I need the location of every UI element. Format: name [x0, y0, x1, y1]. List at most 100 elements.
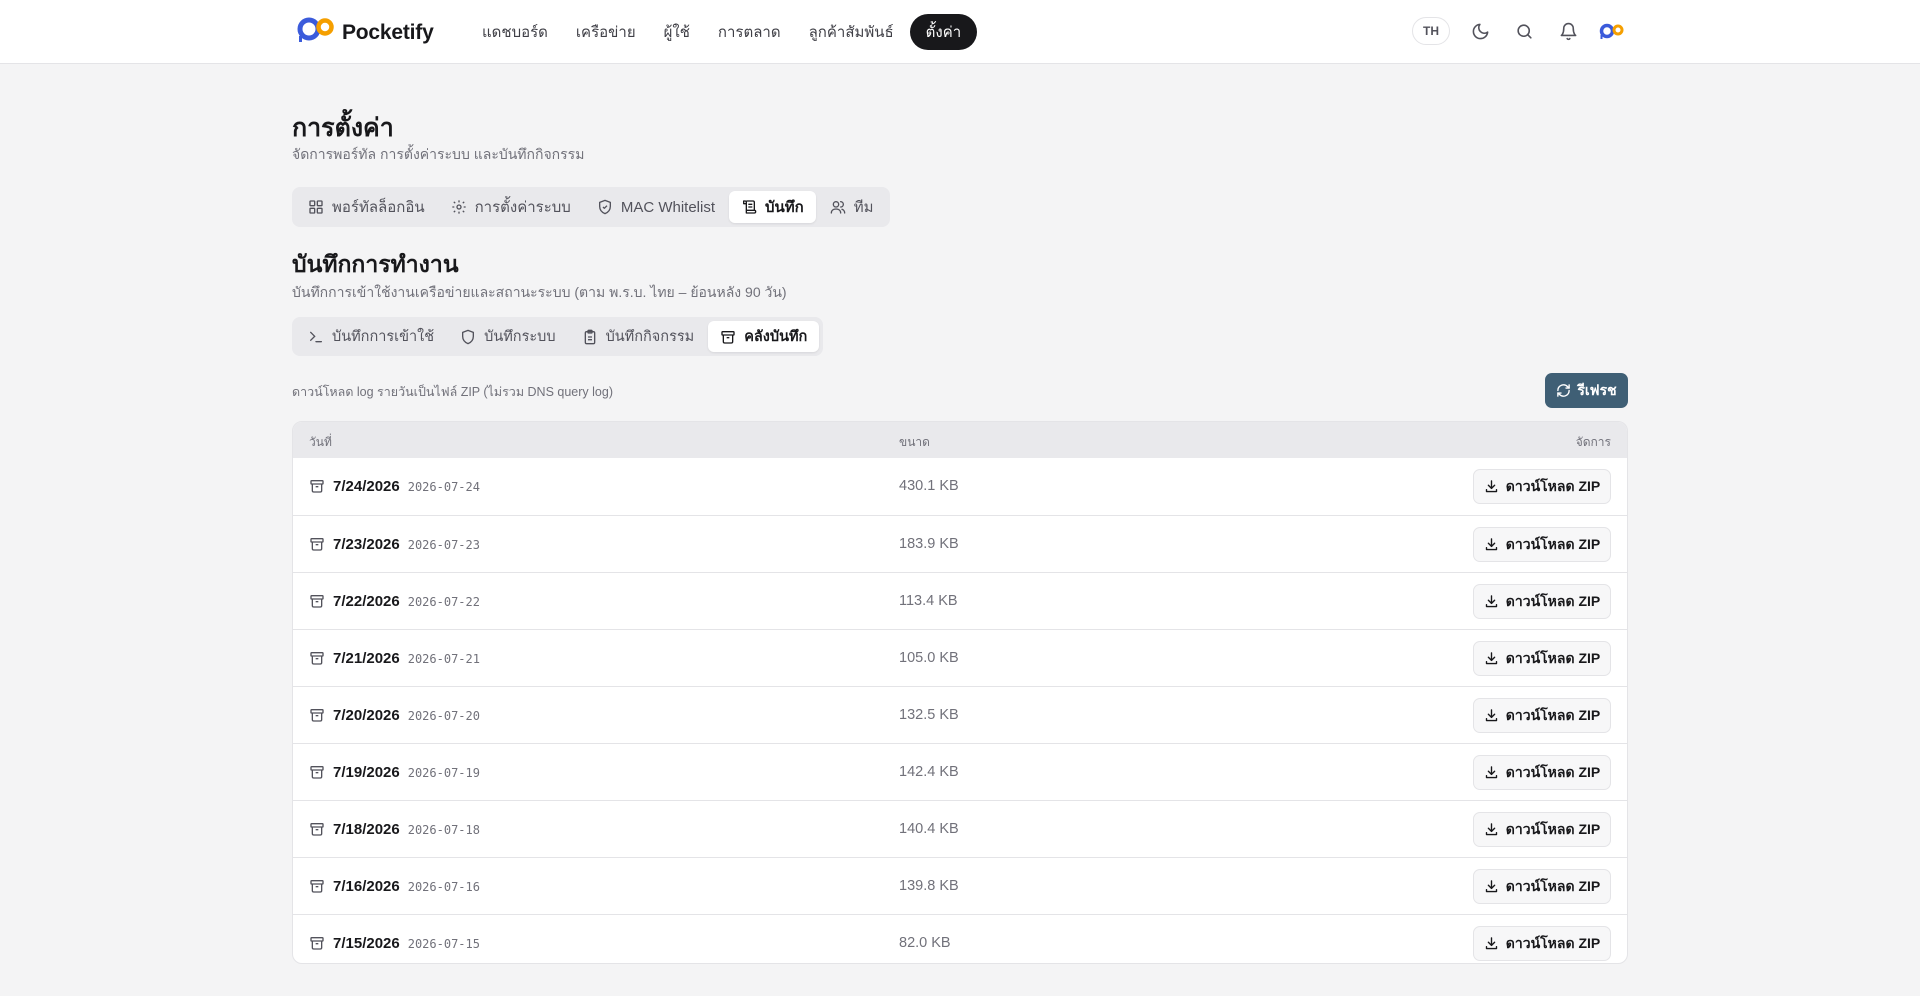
- nav-actions: TH: [1412, 17, 1626, 45]
- nav-item-marketing[interactable]: การตลาด: [706, 14, 793, 50]
- refresh-button[interactable]: รีเฟรช: [1545, 373, 1628, 408]
- refresh-label: รีเฟรช: [1577, 381, 1617, 398]
- archive-icon: [310, 709, 324, 722]
- date-cell: 7/18/2026 2026-07-18: [309, 801, 480, 857]
- subtab-system-logs[interactable]: บันทึกระบบ: [448, 321, 567, 352]
- download-zip-button[interactable]: ดาวน์โหลด ZIP: [1473, 469, 1611, 504]
- archive-table: วันที่ ขนาด จัดการ 7/24/2026 2026-07-24 …: [292, 421, 1628, 964]
- grid-icon: [309, 200, 323, 214]
- brand-name: Pocketify: [342, 20, 434, 44]
- table-row: 7/20/2026 2026-07-20 132.5 KB ดาวน์โหลด …: [293, 686, 1627, 743]
- gear-icon: [451, 200, 466, 214]
- row-size: 105.0 KB: [899, 650, 959, 666]
- download-icon: [1485, 652, 1497, 665]
- download-label: ดาวน์โหลด ZIP: [1505, 877, 1601, 894]
- subtab-label: คลังบันทึก: [744, 329, 808, 345]
- row-iso-date: 2026-07-18: [407, 823, 480, 837]
- language-switch[interactable]: TH: [1412, 17, 1450, 45]
- row-date: 7/16/2026: [333, 877, 400, 895]
- download-zip-button[interactable]: ดาวน์โหลด ZIP: [1473, 584, 1611, 619]
- row-date: 7/24/2026: [333, 477, 400, 495]
- subtab-label: บันทึกระบบ: [484, 329, 556, 345]
- tab-label: พอร์ทัลล็อกอิน: [332, 199, 425, 216]
- download-zip-button[interactable]: ดาวน์โหลด ZIP: [1473, 812, 1611, 847]
- table-row: 7/24/2026 2026-07-24 430.1 KB ดาวน์โหลด …: [293, 458, 1627, 515]
- download-zip-button[interactable]: ดาวน์โหลด ZIP: [1473, 641, 1611, 676]
- nav-item-dashboard[interactable]: แดชบอร์ด: [470, 14, 560, 50]
- archive-icon: [310, 595, 324, 608]
- archive-icon: [310, 937, 324, 950]
- scroll-icon: [743, 200, 757, 214]
- tab-mac-whitelist[interactable]: MAC Whitelist: [585, 191, 727, 223]
- subtab-activity-logs[interactable]: บันทึกกิจกรรม: [570, 321, 707, 352]
- tab-login-portal[interactable]: พอร์ทัลล็อกอิน: [296, 191, 437, 223]
- download-zip-button[interactable]: ดาวน์โหลด ZIP: [1473, 527, 1611, 562]
- row-iso-date: 2026-07-23: [407, 538, 480, 552]
- table-row: 7/22/2026 2026-07-22 113.4 KB ดาวน์โหลด …: [293, 572, 1627, 629]
- table-header: วันที่ ขนาด จัดการ: [293, 422, 1627, 458]
- logo-icon[interactable]: [1598, 17, 1626, 45]
- row-size: 82.0 KB: [899, 935, 951, 951]
- download-zip-button[interactable]: ดาวน์โหลด ZIP: [1473, 698, 1611, 733]
- date-cell: 7/20/2026 2026-07-20: [309, 687, 480, 743]
- log-subtabs: บันทึกการเข้าใช้ บันทึกระบบ บันทึกกิจกรร…: [292, 317, 824, 356]
- row-date: 7/21/2026: [333, 649, 400, 667]
- brand[interactable]: Pocketify: [296, 16, 434, 49]
- subtab-log-archive[interactable]: คลังบันทึก: [708, 321, 820, 352]
- row-iso-date: 2026-07-22: [407, 595, 480, 609]
- tab-team[interactable]: ทีม: [818, 191, 886, 223]
- archive-icon: [310, 538, 324, 551]
- table-row: 7/23/2026 2026-07-23 183.9 KB ดาวน์โหลด …: [293, 515, 1627, 572]
- moon-icon[interactable]: [1466, 17, 1494, 45]
- table-row: 7/16/2026 2026-07-16 139.8 KB ดาวน์โหลด …: [293, 857, 1627, 914]
- nav-item-settings[interactable]: ตั้งค่า: [909, 14, 978, 50]
- refresh-icon: [1557, 384, 1571, 397]
- row-iso-date: 2026-07-15: [407, 937, 480, 951]
- download-zip-button[interactable]: ดาวน์โหลด ZIP: [1473, 869, 1611, 904]
- row-date: 7/22/2026: [333, 592, 400, 610]
- download-zip-button[interactable]: ดาวน์โหลด ZIP: [1473, 926, 1611, 961]
- download-label: ดาวน์โหลด ZIP: [1505, 649, 1601, 666]
- row-size: 113.4 KB: [899, 593, 958, 609]
- row-size: 140.4 KB: [899, 821, 959, 837]
- bell-icon[interactable]: [1554, 17, 1582, 45]
- download-icon: [1485, 595, 1497, 608]
- row-size: 132.5 KB: [899, 707, 959, 723]
- page-subtitle: จัดการพอร์ทัล การตั้งค่าระบบ และบันทึกกิ…: [292, 146, 585, 162]
- download-zip-button[interactable]: ดาวน์โหลด ZIP: [1473, 755, 1611, 790]
- tab-system-settings[interactable]: การตั้งค่าระบบ: [439, 191, 583, 223]
- subtab-label: บันทึกกิจกรรม: [605, 329, 695, 345]
- row-date: 7/18/2026: [333, 820, 400, 838]
- tab-logs[interactable]: บันทึก: [729, 191, 816, 223]
- row-size: 142.4 KB: [899, 764, 959, 780]
- tab-label: การตั้งค่าระบบ: [474, 199, 571, 216]
- download-label: ดาวน์โหลด ZIP: [1505, 934, 1601, 951]
- brand-logo-icon: [296, 16, 336, 49]
- subtab-access-logs[interactable]: บันทึกการเข้าใช้: [296, 321, 446, 352]
- settings-tabs: พอร์ทัลล็อกอิน การตั้งค่าระบบ MAC Whitel…: [292, 187, 890, 227]
- date-cell: 7/22/2026 2026-07-22: [309, 573, 480, 629]
- subtab-label: บันทึกการเข้าใช้: [332, 329, 435, 345]
- date-cell: 7/15/2026 2026-07-15: [309, 915, 480, 963]
- nav-item-users[interactable]: ผู้ใช้: [652, 14, 702, 50]
- archive-icon: [310, 823, 324, 836]
- archive-icon: [310, 480, 324, 493]
- table-row: 7/15/2026 2026-07-15 82.0 KB ดาวน์โหลด Z…: [293, 914, 1627, 963]
- archive-icon: [310, 766, 324, 779]
- users-icon: [830, 201, 846, 214]
- download-icon: [1485, 766, 1497, 779]
- row-size: 430.1 KB: [899, 478, 959, 494]
- download-label: ดาวน์โหลด ZIP: [1505, 706, 1601, 723]
- date-cell: 7/19/2026 2026-07-19: [309, 744, 480, 800]
- archive-icon: [310, 880, 324, 893]
- nav-item-crm[interactable]: ลูกค้าสัมพันธ์: [797, 14, 906, 50]
- row-iso-date: 2026-07-19: [407, 766, 480, 780]
- table-row: 7/19/2026 2026-07-19 142.4 KB ดาวน์โหลด …: [293, 743, 1627, 800]
- archive-hint: ดาวน์โหลด log รายวันเป็นไฟล์ ZIP (ไม่รวม…: [292, 385, 613, 399]
- row-iso-date: 2026-07-21: [407, 652, 480, 666]
- download-icon: [1485, 480, 1497, 493]
- nav-item-network[interactable]: เครือข่าย: [564, 14, 648, 50]
- search-icon[interactable]: [1510, 17, 1538, 45]
- archive-icon: [310, 652, 324, 665]
- download-label: ดาวน์โหลด ZIP: [1505, 763, 1601, 780]
